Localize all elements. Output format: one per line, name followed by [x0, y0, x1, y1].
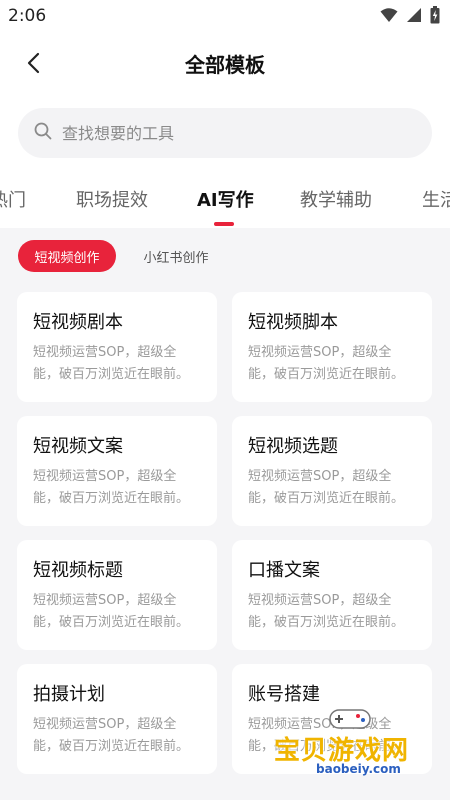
battery-icon [430, 6, 440, 28]
category-tabs: 热门 职场提效 AI写作 教学辅助 生活 [0, 178, 450, 228]
card-description: 短视频运营SOP，超级全 能，破百万浏览近在眼前。 [33, 593, 190, 630]
card-description: 短视频运营SOP，超级全 能，破百万浏览近在眼前。 [248, 593, 405, 630]
status-icons [380, 6, 440, 28]
card-description: 短视频运营SOP，超级全 能，破百万浏览近在眼前。 [248, 469, 405, 506]
tab-hot[interactable]: 热门 [0, 186, 26, 212]
template-card[interactable]: 短视频脚本 短视频运营SOP，超级全 能，破百万浏览近在眼前。 [232, 292, 432, 402]
watermark-url: baobeiy.com [316, 762, 401, 776]
card-title: 短视频剧本 [33, 312, 123, 333]
card-title: 拍摄计划 [33, 684, 105, 705]
template-card[interactable]: 口播文案 短视频运营SOP，超级全 能，破百万浏览近在眼前。 [232, 540, 432, 650]
template-card[interactable]: 短视频标题 短视频运营SOP，超级全 能，破百万浏览近在眼前。 [17, 540, 217, 650]
card-description: 短视频运营SOP，超级全 能，破百万浏览近在眼前。 [33, 717, 190, 754]
card-description: 短视频运营SOP，超级全 能，破百万浏览近在眼前。 [33, 345, 190, 382]
template-card[interactable]: 短视频选题 短视频运营SOP，超级全 能，破百万浏览近在眼前。 [232, 416, 432, 526]
tab-workplace[interactable]: 职场提效 [76, 186, 148, 212]
card-title: 短视频选题 [248, 436, 338, 457]
wifi-icon [380, 7, 398, 27]
card-title: 短视频标题 [33, 560, 123, 581]
status-time: 2:06 [8, 6, 47, 26]
tab-ai-writing[interactable]: AI写作 [197, 186, 254, 212]
status-bar: 2:06 [0, 0, 450, 34]
search-bar[interactable] [18, 108, 432, 158]
template-card[interactable]: 短视频剧本 短视频运营SOP，超级全 能，破百万浏览近在眼前。 [17, 292, 217, 402]
template-card[interactable]: 短视频文案 短视频运营SOP，超级全 能，破百万浏览近在眼前。 [17, 416, 217, 526]
signal-icon [406, 7, 422, 27]
watermark: 宝贝游戏网 baobeiy.com [272, 700, 432, 790]
page-title: 全部模板 [185, 53, 265, 77]
card-description: 短视频运营SOP，超级全 能，破百万浏览近在眼前。 [33, 469, 190, 506]
subtab-xiaohongshu[interactable]: 小红书创作 [130, 240, 222, 272]
active-tab-indicator [214, 222, 234, 226]
template-card[interactable]: 拍摄计划 短视频运营SOP，超级全 能，破百万浏览近在眼前。 [17, 664, 217, 774]
search-input[interactable] [62, 123, 382, 143]
card-description: 短视频运营SOP，超级全 能，破百万浏览近在眼前。 [248, 345, 405, 382]
subtab-short-video[interactable]: 短视频创作 [18, 240, 116, 272]
tab-life[interactable]: 生活 [422, 186, 450, 212]
tab-teaching[interactable]: 教学辅助 [300, 186, 372, 212]
search-icon [34, 122, 52, 144]
card-title: 短视频文案 [33, 436, 123, 457]
card-title: 口播文案 [248, 560, 320, 581]
card-title: 短视频脚本 [248, 312, 338, 333]
